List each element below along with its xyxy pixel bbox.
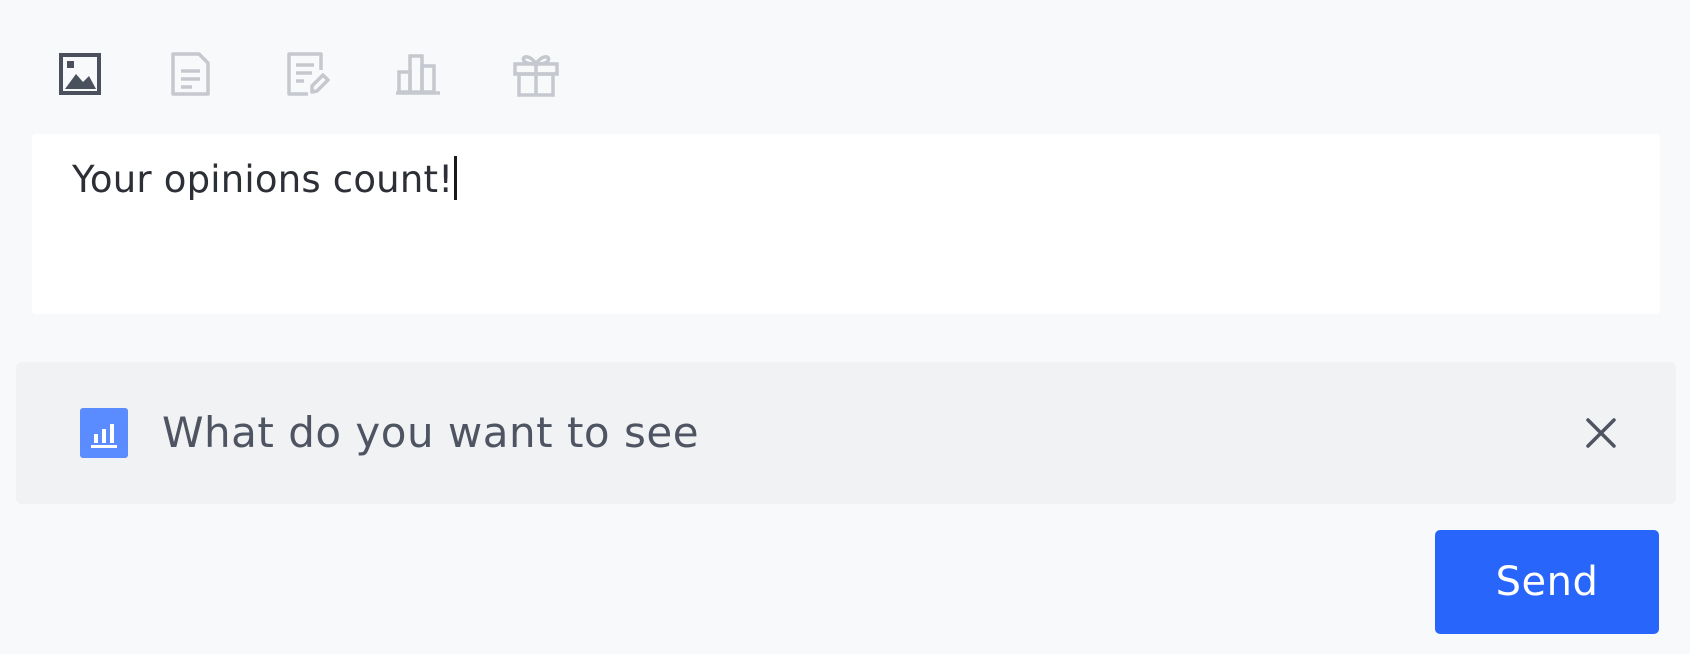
remove-poll-button[interactable] (1572, 404, 1630, 462)
insert-document-button[interactable] (162, 46, 218, 102)
message-input[interactable]: Your opinions count! (32, 134, 1660, 314)
close-icon (1586, 418, 1616, 448)
insert-poll-button[interactable] (390, 46, 446, 102)
insert-gift-button[interactable] (508, 46, 564, 102)
attached-poll: What do you want to see (16, 362, 1676, 504)
poll-title: What do you want to see (162, 408, 700, 457)
insert-note-button[interactable] (278, 46, 334, 102)
bar-chart-icon (396, 54, 440, 95)
image-icon (59, 53, 101, 95)
poll-chart-icon (80, 408, 128, 458)
document-icon (171, 52, 210, 96)
insert-image-button[interactable] (52, 46, 108, 102)
text-caret (454, 156, 458, 200)
gift-icon (513, 55, 559, 97)
composer-toolbar (50, 46, 610, 106)
edit-note-icon (287, 52, 330, 96)
send-button[interactable]: Send (1435, 530, 1659, 634)
message-text: Your opinions count! (72, 158, 454, 201)
